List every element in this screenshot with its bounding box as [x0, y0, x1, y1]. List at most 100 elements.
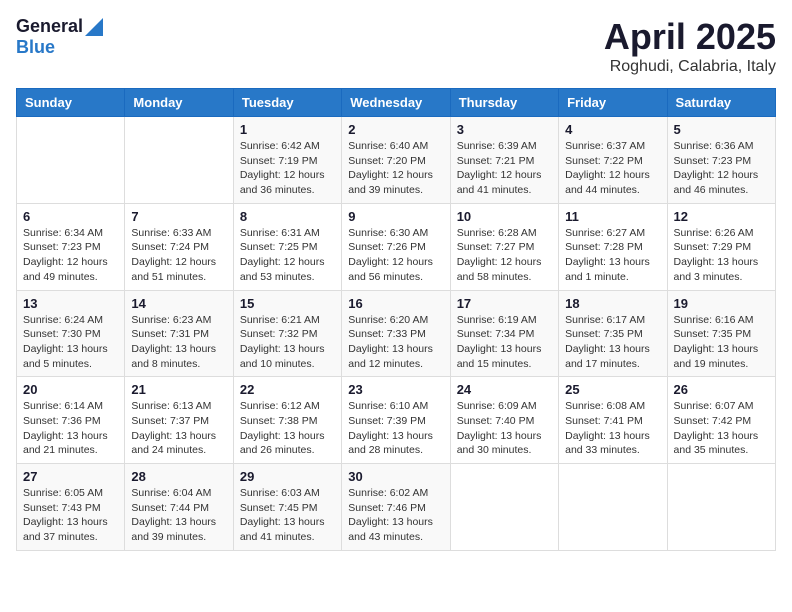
- day-number: 19: [674, 296, 769, 311]
- month-title: April 2025: [604, 16, 776, 58]
- calendar-cell: 6 Sunrise: 6:34 AM Sunset: 7:23 PM Daylig…: [17, 203, 125, 290]
- day-number: 3: [457, 122, 552, 137]
- weekday-header: Wednesday: [342, 89, 450, 117]
- calendar-cell: 10Sunrise: 6:28 AM Sunset: 7:27 PM Dayli…: [450, 203, 558, 290]
- calendar-cell: 11Sunrise: 6:27 AM Sunset: 7:28 PM Dayli…: [559, 203, 667, 290]
- logo-triangle-icon: [85, 18, 103, 36]
- calendar-cell: 24Sunrise: 6:09 AM Sunset: 7:40 PM Dayli…: [450, 377, 558, 464]
- calendar-cell: 23 Sunrise: 6:10 AM Sunset: 7:39 PM Dayli…: [342, 377, 450, 464]
- day-info: Sunrise: 6:33 AM Sunset: 7:24 PM Dayligh…: [131, 226, 226, 285]
- calendar-cell: 27Sunrise: 6:05 AM Sunset: 7:43 PM Dayli…: [17, 464, 125, 551]
- day-info: Sunrise: 6:08 AM Sunset: 7:41 PM Dayligh…: [565, 399, 660, 458]
- day-number: 27: [23, 469, 118, 484]
- calendar-cell: 20 Sunrise: 6:14 AM Sunset: 7:36 PM Dayli…: [17, 377, 125, 464]
- day-number: 6: [23, 209, 118, 224]
- day-number: 16: [348, 296, 443, 311]
- day-number: 18: [565, 296, 660, 311]
- day-info: Sunrise: 6:10 AM Sunset: 7:39 PM Dayligh…: [348, 399, 443, 458]
- day-number: 12: [674, 209, 769, 224]
- calendar-week-row: 27Sunrise: 6:05 AM Sunset: 7:43 PM Dayli…: [17, 464, 776, 551]
- day-info: Sunrise: 6:09 AM Sunset: 7:40 PM Dayligh…: [457, 399, 552, 458]
- day-info: Sunrise: 6:31 AM Sunset: 7:25 PM Dayligh…: [240, 226, 335, 285]
- calendar-cell: 29 Sunrise: 6:03 AM Sunset: 7:45 PM Dayli…: [233, 464, 341, 551]
- day-info: Sunrise: 6:13 AM Sunset: 7:37 PM Dayligh…: [131, 399, 226, 458]
- day-number: 10: [457, 209, 552, 224]
- day-info: Sunrise: 6:37 AM Sunset: 7:22 PM Dayligh…: [565, 139, 660, 198]
- calendar-cell: 19 Sunrise: 6:16 AM Sunset: 7:35 PM Dayli…: [667, 290, 775, 377]
- day-number: 26: [674, 382, 769, 397]
- day-info: Sunrise: 6:30 AM Sunset: 7:26 PM Dayligh…: [348, 226, 443, 285]
- day-info: Sunrise: 6:14 AM Sunset: 7:36 PM Dayligh…: [23, 399, 118, 458]
- calendar-cell: 7 Sunrise: 6:33 AM Sunset: 7:24 PM Daylig…: [125, 203, 233, 290]
- calendar-week-row: 1 Sunrise: 6:42 AM Sunset: 7:19 PM Daylig…: [17, 117, 776, 204]
- calendar-cell: 8Sunrise: 6:31 AM Sunset: 7:25 PM Daylig…: [233, 203, 341, 290]
- weekday-header: Sunday: [17, 89, 125, 117]
- weekday-header: Tuesday: [233, 89, 341, 117]
- day-number: 17: [457, 296, 552, 311]
- day-number: 20: [23, 382, 118, 397]
- day-number: 14: [131, 296, 226, 311]
- day-info: Sunrise: 6:26 AM Sunset: 7:29 PM Dayligh…: [674, 226, 769, 285]
- weekday-header: Monday: [125, 89, 233, 117]
- calendar-cell: 30Sunrise: 6:02 AM Sunset: 7:46 PM Dayli…: [342, 464, 450, 551]
- calendar-week-row: 13 Sunrise: 6:24 AM Sunset: 7:30 PM Dayli…: [17, 290, 776, 377]
- day-number: 9: [348, 209, 443, 224]
- calendar-cell: 2Sunrise: 6:40 AM Sunset: 7:20 PM Daylig…: [342, 117, 450, 204]
- day-info: Sunrise: 6:21 AM Sunset: 7:32 PM Dayligh…: [240, 313, 335, 372]
- day-number: 29: [240, 469, 335, 484]
- day-info: Sunrise: 6:03 AM Sunset: 7:45 PM Dayligh…: [240, 486, 335, 545]
- calendar-cell: 3 Sunrise: 6:39 AM Sunset: 7:21 PM Daylig…: [450, 117, 558, 204]
- day-number: 22: [240, 382, 335, 397]
- weekday-header: Friday: [559, 89, 667, 117]
- calendar-cell: 18 Sunrise: 6:17 AM Sunset: 7:35 PM Dayli…: [559, 290, 667, 377]
- day-info: Sunrise: 6:24 AM Sunset: 7:30 PM Dayligh…: [23, 313, 118, 372]
- calendar-cell: [559, 464, 667, 551]
- calendar-cell: 22Sunrise: 6:12 AM Sunset: 7:38 PM Dayli…: [233, 377, 341, 464]
- calendar-cell: 15 Sunrise: 6:21 AM Sunset: 7:32 PM Dayli…: [233, 290, 341, 377]
- day-number: 4: [565, 122, 660, 137]
- calendar-cell: 26 Sunrise: 6:07 AM Sunset: 7:42 PM Dayli…: [667, 377, 775, 464]
- logo: General Blue: [16, 16, 103, 58]
- day-info: Sunrise: 6:36 AM Sunset: 7:23 PM Dayligh…: [674, 139, 769, 198]
- calendar-cell: 17 Sunrise: 6:19 AM Sunset: 7:34 PM Dayli…: [450, 290, 558, 377]
- calendar-cell: [17, 117, 125, 204]
- day-info: Sunrise: 6:20 AM Sunset: 7:33 PM Dayligh…: [348, 313, 443, 372]
- day-info: Sunrise: 6:07 AM Sunset: 7:42 PM Dayligh…: [674, 399, 769, 458]
- day-info: Sunrise: 6:19 AM Sunset: 7:34 PM Dayligh…: [457, 313, 552, 372]
- calendar-cell: 9 Sunrise: 6:30 AM Sunset: 7:26 PM Daylig…: [342, 203, 450, 290]
- page-header: General Blue April 2025 Roghudi, Calabri…: [16, 16, 776, 76]
- day-number: 1: [240, 122, 335, 137]
- title-block: April 2025 Roghudi, Calabria, Italy: [604, 16, 776, 76]
- day-info: Sunrise: 6:16 AM Sunset: 7:35 PM Dayligh…: [674, 313, 769, 372]
- day-info: Sunrise: 6:04 AM Sunset: 7:44 PM Dayligh…: [131, 486, 226, 545]
- calendar-cell: 1 Sunrise: 6:42 AM Sunset: 7:19 PM Daylig…: [233, 117, 341, 204]
- day-number: 7: [131, 209, 226, 224]
- day-info: Sunrise: 6:42 AM Sunset: 7:19 PM Dayligh…: [240, 139, 335, 198]
- day-number: 23: [348, 382, 443, 397]
- day-info: Sunrise: 6:39 AM Sunset: 7:21 PM Dayligh…: [457, 139, 552, 198]
- weekday-header: Saturday: [667, 89, 775, 117]
- day-number: 21: [131, 382, 226, 397]
- calendar-cell: 4 Sunrise: 6:37 AM Sunset: 7:22 PM Daylig…: [559, 117, 667, 204]
- calendar-cell: 28 Sunrise: 6:04 AM Sunset: 7:44 PM Dayli…: [125, 464, 233, 551]
- day-number: 13: [23, 296, 118, 311]
- day-info: Sunrise: 6:17 AM Sunset: 7:35 PM Dayligh…: [565, 313, 660, 372]
- day-number: 25: [565, 382, 660, 397]
- calendar-cell: 5 Sunrise: 6:36 AM Sunset: 7:23 PM Daylig…: [667, 117, 775, 204]
- calendar-cell: 21 Sunrise: 6:13 AM Sunset: 7:37 PM Dayli…: [125, 377, 233, 464]
- calendar-week-row: 20 Sunrise: 6:14 AM Sunset: 7:36 PM Dayli…: [17, 377, 776, 464]
- calendar-cell: 14Sunrise: 6:23 AM Sunset: 7:31 PM Dayli…: [125, 290, 233, 377]
- day-number: 11: [565, 209, 660, 224]
- day-info: Sunrise: 6:02 AM Sunset: 7:46 PM Dayligh…: [348, 486, 443, 545]
- calendar-cell: [667, 464, 775, 551]
- calendar-cell: 13 Sunrise: 6:24 AM Sunset: 7:30 PM Dayli…: [17, 290, 125, 377]
- calendar-header-row: SundayMondayTuesdayWednesdayThursdayFrid…: [17, 89, 776, 117]
- day-number: 28: [131, 469, 226, 484]
- logo-blue: Blue: [16, 37, 55, 57]
- day-number: 15: [240, 296, 335, 311]
- day-number: 5: [674, 122, 769, 137]
- calendar-cell: [125, 117, 233, 204]
- calendar-cell: 12 Sunrise: 6:26 AM Sunset: 7:29 PM Dayli…: [667, 203, 775, 290]
- calendar-cell: 25 Sunrise: 6:08 AM Sunset: 7:41 PM Dayli…: [559, 377, 667, 464]
- day-info: Sunrise: 6:34 AM Sunset: 7:23 PM Dayligh…: [23, 226, 118, 285]
